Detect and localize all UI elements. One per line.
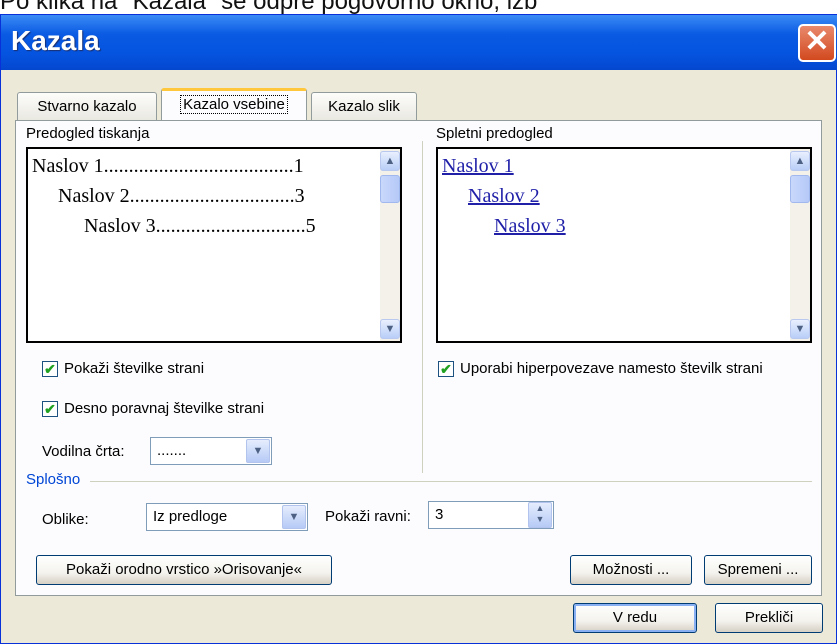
web-link-3[interactable]: Naslov 3: [494, 215, 566, 238]
web-link-2[interactable]: Naslov 2: [468, 185, 540, 208]
scroll-thumb[interactable]: [790, 175, 810, 203]
use-hyperlinks-label: Uporabi hiperpovezave namesto številk st…: [460, 360, 763, 377]
chevron-down-icon[interactable]: ▼: [282, 505, 306, 529]
formats-value: Iz predloge: [153, 508, 228, 525]
print-entry-2: Naslov 2................................…: [58, 185, 305, 207]
vertical-divider: [422, 141, 423, 473]
show-page-numbers-label: Pokaži številke strani: [64, 360, 205, 377]
options-button[interactable]: Možnosti ...: [570, 555, 692, 585]
use-hyperlinks-checkbox[interactable]: ✔: [438, 361, 454, 377]
web-preview-scrollbar[interactable]: ▲ ▼: [790, 149, 810, 341]
tab-table-of-figures[interactable]: Kazalo slik: [311, 92, 417, 120]
document-background-text: Po klika na "Kazala" se odpre pogovorno …: [0, 0, 538, 14]
print-preview-box: Naslov 1................................…: [26, 147, 402, 343]
formats-select[interactable]: Iz predloge ▼: [146, 503, 308, 531]
scroll-down-icon[interactable]: ▼: [380, 319, 400, 339]
ok-button[interactable]: V redu: [573, 603, 697, 633]
print-preview-label: Predogled tiskanja: [26, 125, 150, 142]
general-section-label: Splošno: [26, 471, 81, 488]
tab-leader-value: .......: [157, 442, 187, 459]
title-bar[interactable]: Kazala ✕: [1, 15, 837, 70]
tab-index-label: Stvarno kazalo: [37, 98, 137, 115]
scroll-up-icon[interactable]: ▲: [380, 151, 400, 171]
tab-table-of-contents[interactable]: Kazalo vsebine: [161, 88, 307, 120]
tab-index[interactable]: Stvarno kazalo: [17, 92, 157, 120]
show-outline-toolbar-button[interactable]: Pokaži orodno vrstico »Orisovanje«: [36, 555, 332, 585]
general-divider: [90, 481, 812, 482]
show-levels-spinner[interactable]: 3 ▲ ▼: [428, 501, 554, 529]
scroll-down-icon[interactable]: ▼: [790, 319, 810, 339]
tab-toc-label: Kazalo vsebine: [180, 95, 288, 114]
right-align-checkbox[interactable]: ✔: [42, 401, 58, 417]
tab-leader-label: Vodilna črta:: [42, 443, 125, 460]
tab-figures-label: Kazalo slik: [328, 98, 400, 115]
formats-label: Oblike:: [42, 511, 89, 528]
print-preview-scrollbar[interactable]: ▲ ▼: [380, 149, 400, 341]
close-icon[interactable]: ✕: [798, 24, 836, 62]
cancel-button[interactable]: Prekliči: [715, 603, 823, 633]
show-page-numbers-checkbox[interactable]: ✔: [42, 361, 58, 377]
spin-up-icon[interactable]: ▲: [529, 503, 551, 514]
web-preview-label: Spletni predogled: [436, 125, 553, 142]
tab-leader-select[interactable]: ....... ▼: [150, 437, 272, 465]
scroll-up-icon[interactable]: ▲: [790, 151, 810, 171]
spin-updown-icon[interactable]: ▲ ▼: [528, 502, 552, 528]
show-levels-label: Pokaži ravni:: [325, 508, 411, 525]
chevron-down-icon[interactable]: ▼: [246, 439, 270, 463]
spin-down-icon[interactable]: ▼: [529, 514, 551, 525]
scroll-thumb[interactable]: [380, 175, 400, 203]
web-preview-box: Naslov 1 Naslov 2 Naslov 3 ▲ ▼: [436, 147, 812, 343]
print-entry-3: Naslov 3..............................5: [84, 215, 316, 237]
web-link-1[interactable]: Naslov 1: [442, 155, 514, 178]
right-align-label: Desno poravnaj številke strani: [64, 400, 265, 417]
print-entry-1: Naslov 1................................…: [32, 155, 304, 177]
dialog-title: Kazala: [11, 25, 100, 56]
modify-button[interactable]: Spremeni ...: [704, 555, 812, 585]
toc-dialog: Kazala ✕ Stvarno kazalo Kazalo vsebine K…: [0, 14, 837, 644]
tab-panel: Predogled tiskanja Naslov 1.............…: [15, 120, 822, 596]
show-levels-value: 3: [435, 506, 444, 523]
